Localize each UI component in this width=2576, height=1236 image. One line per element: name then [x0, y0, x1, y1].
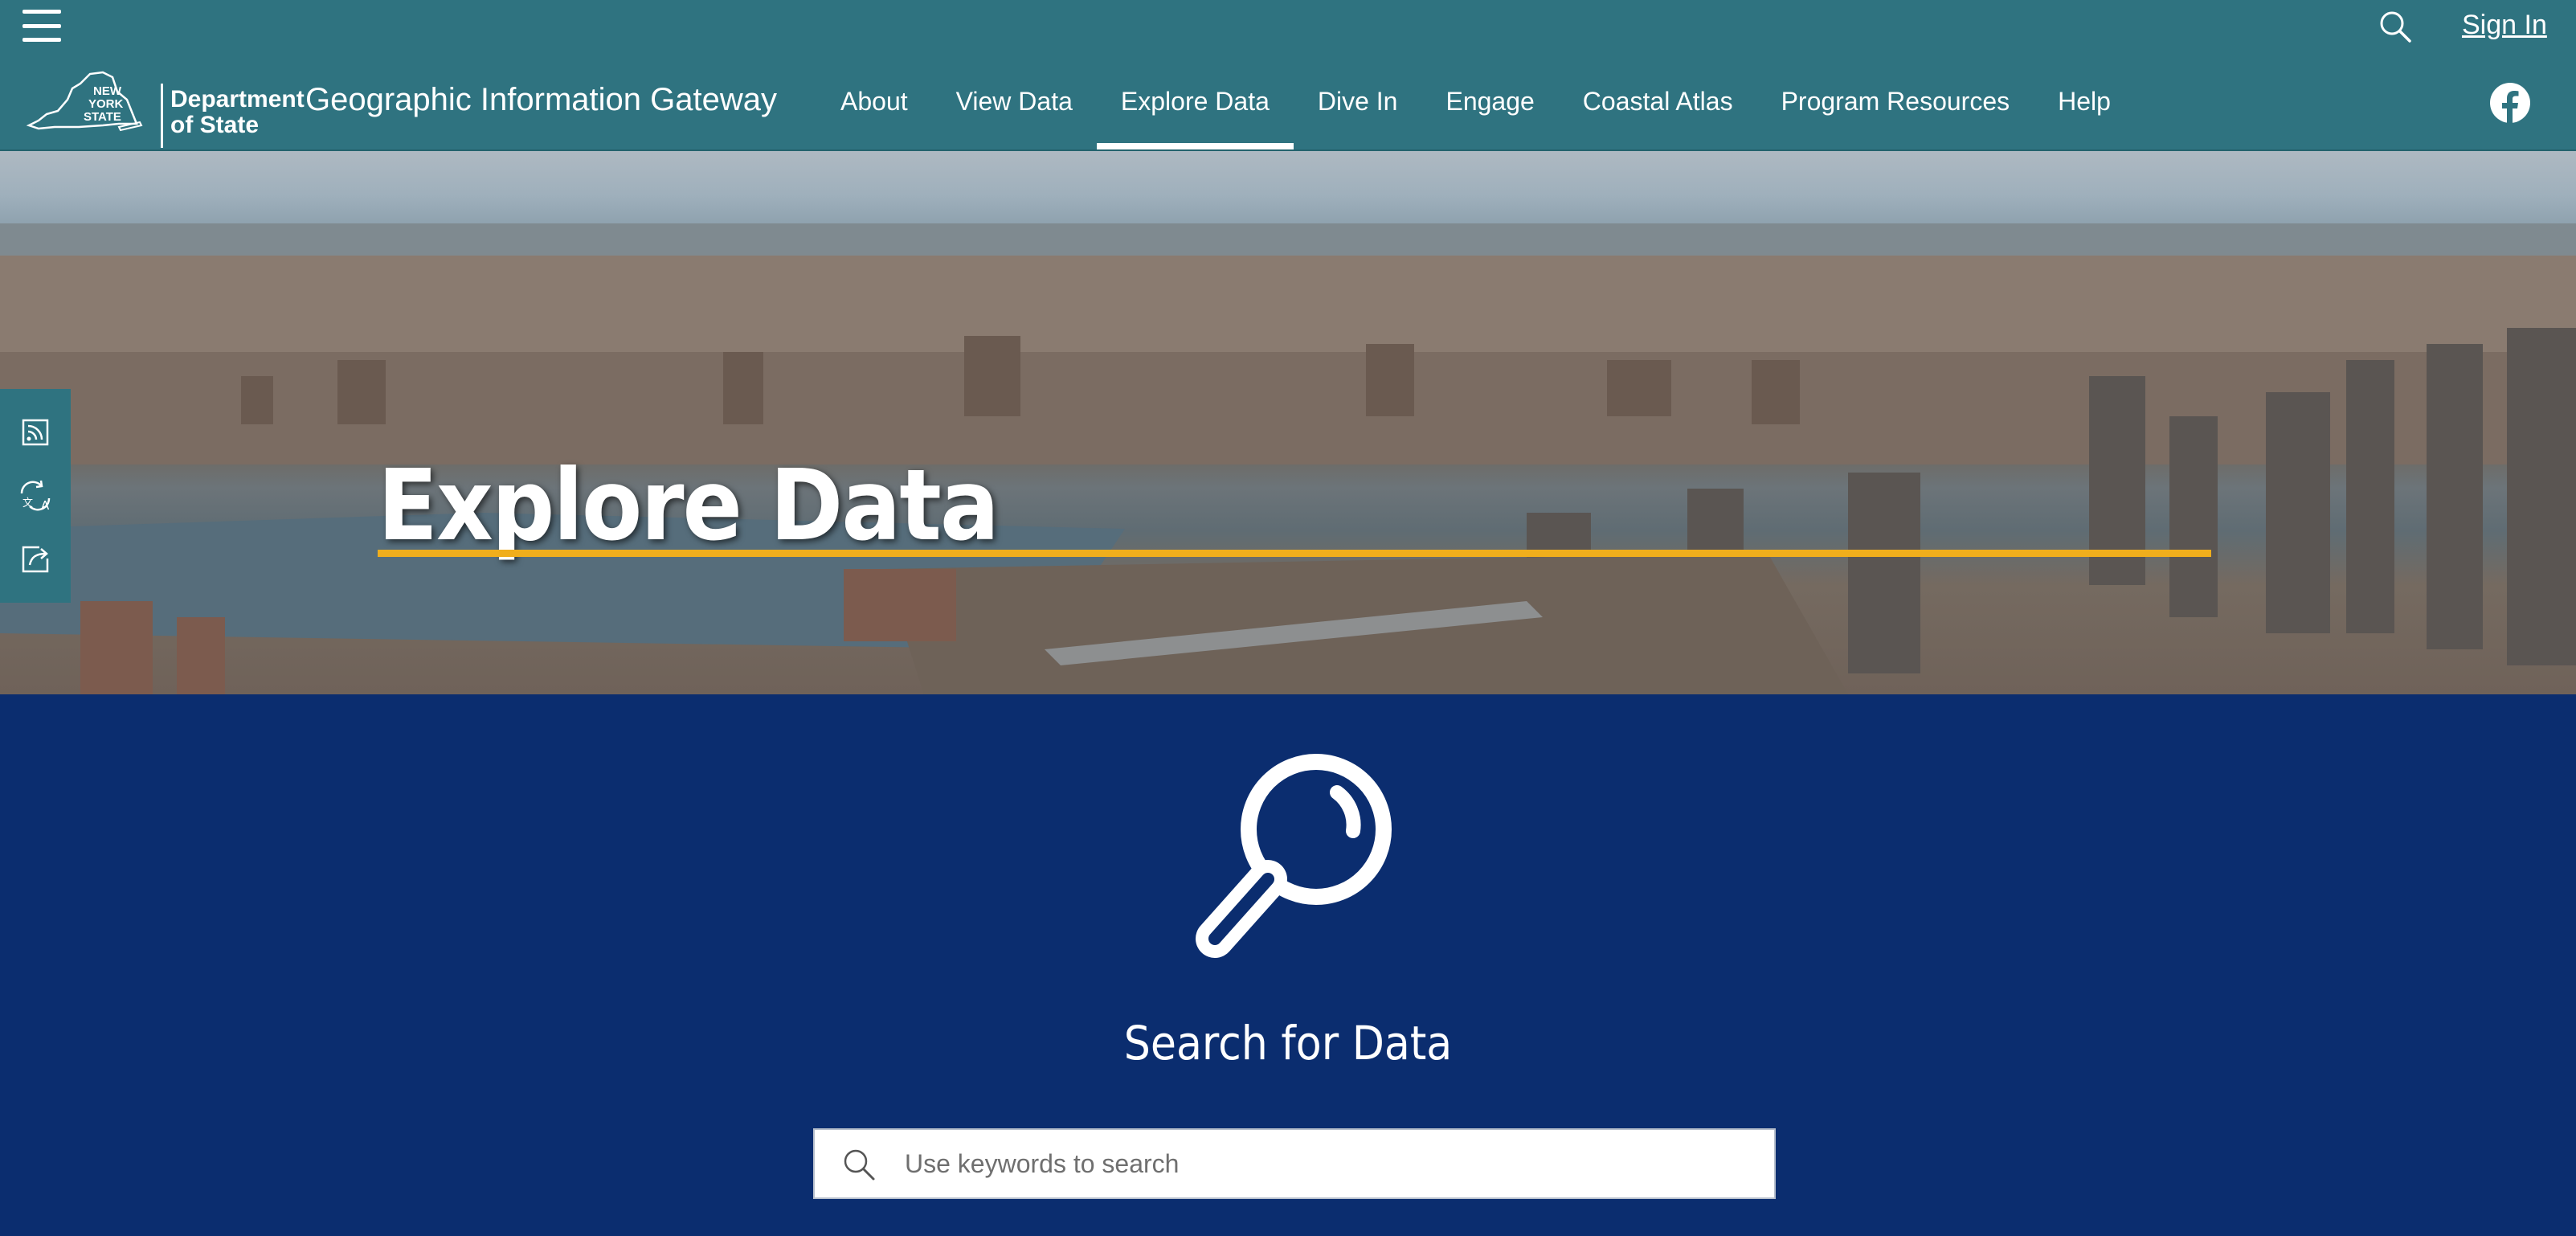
svg-text:A: A — [41, 498, 50, 513]
nav-item-help[interactable]: Help — [2034, 53, 2135, 149]
rss-icon[interactable] — [17, 414, 54, 451]
nav-item-about[interactable]: About — [816, 53, 932, 149]
search-section: Search for Data — [0, 694, 2576, 1236]
hero-title-underline — [378, 550, 2211, 557]
search-icon[interactable] — [840, 1146, 877, 1183]
svg-text:NEW: NEW — [93, 84, 122, 98]
top-utility-bar: Sign In — [0, 0, 2576, 53]
nav-item-view-data[interactable]: View Data — [932, 53, 1097, 149]
hamburger-icon[interactable] — [22, 8, 61, 43]
search-heading: Search for Data — [1123, 1016, 1453, 1070]
site-title[interactable]: Geographic Information Gateway — [305, 82, 777, 118]
city-skyline-image — [0, 223, 2576, 694]
side-tools-rail: 文 A — [0, 389, 71, 603]
nys-dos-logo[interactable]: NEW YORK STATE Department of State — [22, 68, 305, 148]
logo-wordmark: Department of State — [170, 87, 305, 138]
logo-text-line2: of State — [170, 112, 260, 138]
data-search-box — [813, 1128, 1776, 1199]
svg-text:文: 文 — [22, 497, 33, 510]
ny-state-shape-icon: NEW YORK STATE — [26, 71, 143, 132]
nav-item-explore-data[interactable]: Explore Data — [1096, 53, 1294, 149]
nav-item-coastal-atlas[interactable]: Coastal Atlas — [1559, 53, 1757, 149]
facebook-icon[interactable] — [2489, 82, 2531, 124]
hero-title: Explore Data — [378, 448, 1000, 563]
logo-divider — [161, 84, 163, 148]
sign-in-link[interactable]: Sign In — [2462, 10, 2547, 41]
nav-item-engage[interactable]: Engage — [1421, 53, 1558, 149]
nav-item-dive-in[interactable]: Dive In — [1294, 53, 1422, 149]
svg-text:YORK: YORK — [88, 97, 124, 111]
logo-text-line1: Department — [170, 86, 305, 113]
main-navbar: NEW YORK STATE Department of State Geogr… — [0, 53, 2576, 151]
data-search-input[interactable] — [905, 1130, 1756, 1197]
share-icon[interactable] — [17, 541, 54, 578]
svg-text:STATE: STATE — [84, 110, 121, 124]
translate-icon[interactable]: 文 A — [17, 477, 54, 514]
primary-nav: About View Data Explore Data Dive In Eng… — [816, 53, 2135, 149]
hero-banner: Explore Data — [0, 151, 2576, 694]
nav-item-program-resources[interactable]: Program Resources — [1757, 53, 2034, 149]
search-icon[interactable] — [2378, 10, 2412, 43]
magnifying-glass-icon — [1196, 754, 1392, 958]
